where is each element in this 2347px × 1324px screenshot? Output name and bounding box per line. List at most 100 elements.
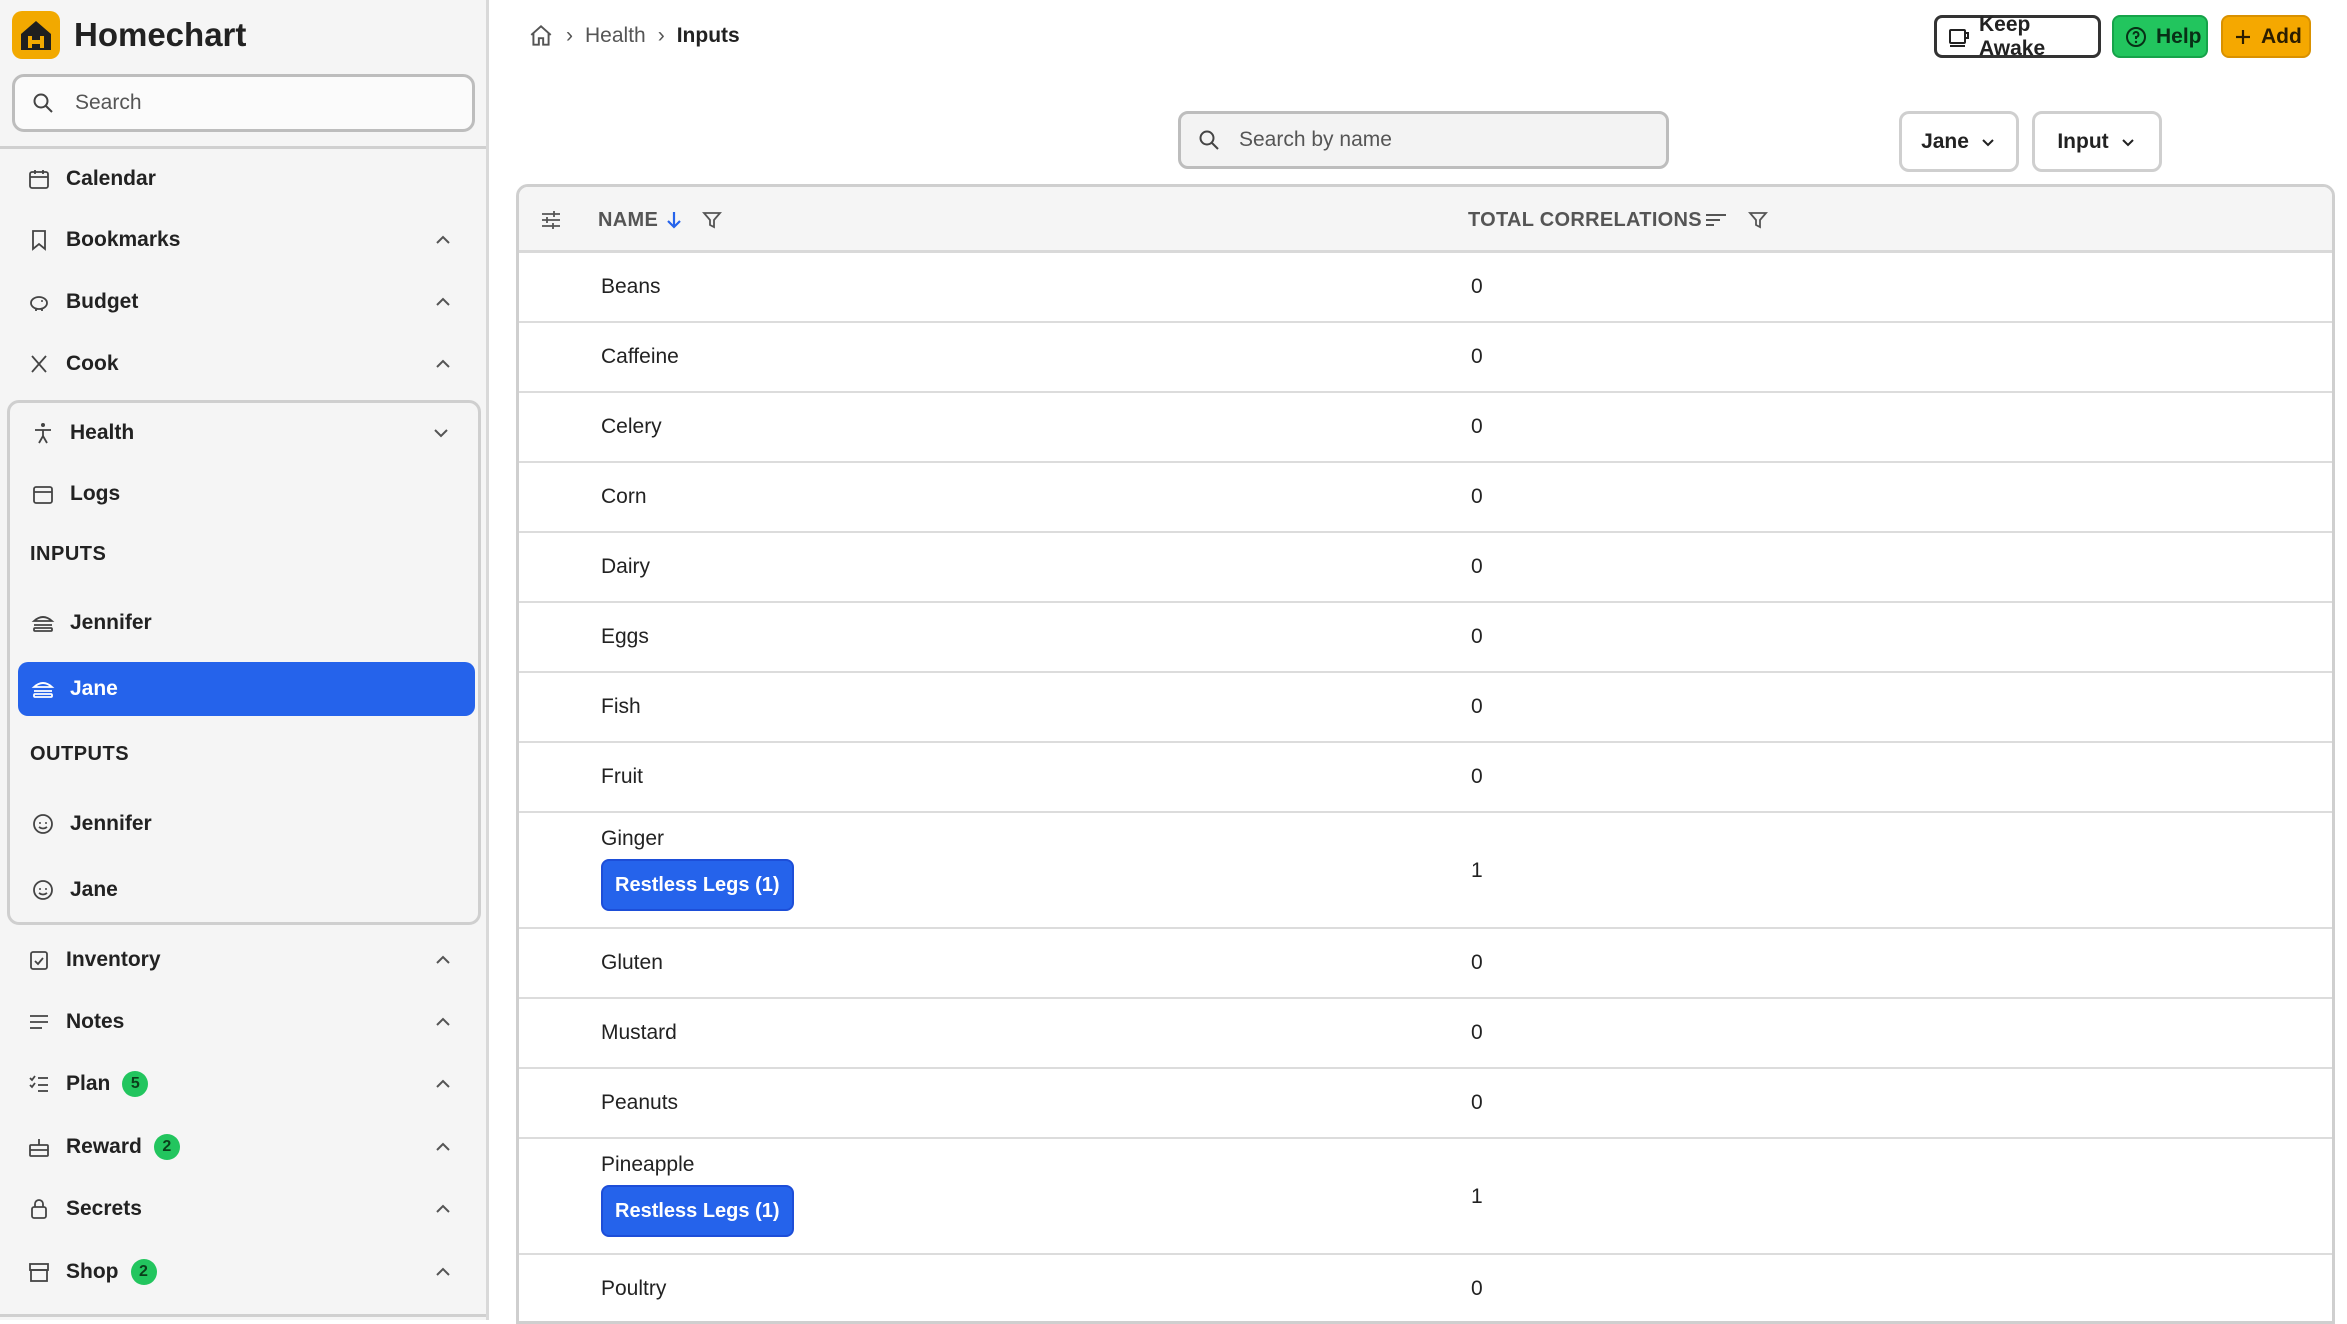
table-row[interactable]: Beans 0 <box>519 253 2332 323</box>
sidebar-item-label: Shop <box>66 1260 119 1283</box>
calendar-icon <box>26 166 52 192</box>
sidebar-item-label: Notes <box>66 1010 125 1033</box>
chevron-up-icon[interactable] <box>432 291 454 313</box>
column-total-label: TOTAL CORRELATIONS <box>1468 208 1702 231</box>
sidebar-item-output-jane[interactable]: Jane <box>10 863 478 917</box>
sidebar-item-logs[interactable]: Logs <box>10 467 478 521</box>
table-row[interactable]: Fish 0 <box>519 673 2332 743</box>
sidebar-search-input[interactable]: Search <box>12 74 475 132</box>
chevron-up-icon[interactable] <box>432 949 454 971</box>
sidebar-item-label: Plan <box>66 1072 111 1095</box>
chevron-up-icon[interactable] <box>432 353 454 375</box>
column-header-total-correlations[interactable]: TOTAL CORRELATIONS <box>1468 187 1770 253</box>
sort-arrow-down-icon[interactable] <box>662 208 686 232</box>
sidebar-item-label: Reward <box>66 1135 142 1158</box>
table-row[interactable]: Mustard 0 <box>519 999 2332 1069</box>
sidebar-item-output-jennifer[interactable]: Jennifer <box>10 797 478 851</box>
table-row[interactable]: Caffeine 0 <box>519 323 2332 393</box>
chevron-up-icon[interactable] <box>432 1198 454 1220</box>
sidebar-item-reward[interactable]: Reward 2 <box>0 1117 486 1177</box>
shop-count-badge: 2 <box>130 1259 157 1285</box>
table-row[interactable]: Fruit 0 <box>519 743 2332 813</box>
row-name: Dairy <box>601 555 651 578</box>
sidebar-item-shop[interactable]: Shop 2 <box>0 1242 486 1302</box>
cup-icon <box>1947 25 1971 49</box>
sidebar-item-label: Health <box>70 421 135 444</box>
search-icon <box>33 93 53 113</box>
face-icon <box>30 877 56 903</box>
sort-lines-icon[interactable] <box>1704 208 1728 232</box>
chevron-down-icon[interactable] <box>430 422 452 444</box>
chevron-up-icon[interactable] <box>432 1011 454 1033</box>
keep-awake-button[interactable]: Keep Awake <box>1934 12 2101 60</box>
sidebar-item-label: Jennifer <box>70 611 152 634</box>
table-row[interactable]: Corn 0 <box>519 463 2332 533</box>
person-select[interactable]: Jane <box>1899 111 2019 172</box>
row-total: 0 <box>1471 345 1483 368</box>
chevron-up-icon[interactable] <box>432 1073 454 1095</box>
search-by-name-input[interactable]: Search by name <box>1178 111 1669 169</box>
table-row[interactable]: Peanuts 0 <box>519 1069 2332 1139</box>
sidebar-item-inventory[interactable]: Inventory <box>0 930 486 990</box>
person-select-value: Jane <box>1921 129 1969 153</box>
type-select-value: Input <box>2057 129 2109 153</box>
row-name: Eggs <box>601 625 649 648</box>
sidebar-divider <box>0 1314 486 1317</box>
table-row[interactable]: Eggs 0 <box>519 603 2332 673</box>
outputs-section-label: OUTPUTS <box>30 743 130 765</box>
sidebar-item-bookmarks[interactable]: Bookmarks <box>0 210 486 270</box>
row-total: 0 <box>1471 765 1483 788</box>
breadcrumb-separator: › <box>566 24 573 47</box>
sidebar-item-input-jane[interactable]: Jane <box>18 662 475 716</box>
table-row[interactable]: Gluten 0 <box>519 929 2332 999</box>
row-name: Fruit <box>601 765 643 788</box>
sidebar-item-label: Bookmarks <box>66 228 181 251</box>
table-row[interactable]: Dairy 0 <box>519 533 2332 603</box>
type-select[interactable]: Input <box>2032 111 2162 172</box>
breadcrumb-current: Inputs <box>676 24 740 47</box>
cake-icon <box>26 1134 52 1160</box>
sidebar-item-input-jennifer[interactable]: Jennifer <box>10 596 478 650</box>
sidebar-item-secrets[interactable]: Secrets <box>0 1179 486 1239</box>
sidebar-item-budget[interactable]: Budget <box>0 272 486 332</box>
app-title: Homechart <box>74 16 247 53</box>
keep-awake-label: Keep Awake <box>1979 12 2046 60</box>
row-total: 1 <box>1471 1185 1483 1208</box>
filter-icon[interactable] <box>700 208 724 232</box>
chevron-up-icon[interactable] <box>432 1261 454 1283</box>
table-row[interactable]: Poultry 0 <box>519 1255 2332 1321</box>
sidebar-item-plan[interactable]: Plan 5 <box>0 1054 486 1114</box>
row-name: Celery <box>601 415 662 438</box>
table-row[interactable]: Ginger Restless Legs (1) 1 <box>519 813 2332 929</box>
add-label: Add <box>2261 24 2302 48</box>
column-header-name[interactable]: NAME <box>598 187 724 253</box>
column-settings-button[interactable] <box>539 187 563 253</box>
sidebar-item-notes[interactable]: Notes <box>0 992 486 1052</box>
checklist-icon <box>26 1071 52 1097</box>
table-header: NAME TOTAL CORRELATIONS <box>519 187 2332 253</box>
row-total: 0 <box>1471 555 1483 578</box>
brand[interactable]: Homechart <box>12 10 246 60</box>
correlation-tag[interactable]: Restless Legs (1) <box>601 859 794 911</box>
row-name: Caffeine <box>601 345 679 368</box>
row-name: Poultry <box>601 1277 667 1300</box>
home-icon[interactable] <box>528 23 554 49</box>
filter-icon[interactable] <box>1746 208 1770 232</box>
chevron-up-icon[interactable] <box>432 229 454 251</box>
sidebar-item-label: Calendar <box>66 167 156 190</box>
sidebar-item-cook[interactable]: Cook <box>0 334 486 394</box>
sidebar-search-placeholder: Search <box>75 91 142 114</box>
table-row[interactable]: Pineapple Restless Legs (1) 1 <box>519 1139 2332 1255</box>
row-total: 0 <box>1471 275 1483 298</box>
correlation-tag[interactable]: Restless Legs (1) <box>601 1185 794 1237</box>
sidebar-item-health[interactable]: Health <box>10 406 478 460</box>
add-button[interactable]: Add <box>2221 15 2311 58</box>
sidebar-item-calendar[interactable]: Calendar <box>0 149 486 209</box>
breadcrumb-health[interactable]: Health <box>585 24 646 48</box>
table-row[interactable]: Celery 0 <box>519 393 2332 463</box>
column-name-label: NAME <box>598 208 659 231</box>
chevron-up-icon[interactable] <box>432 1136 454 1158</box>
row-name: Peanuts <box>601 1091 679 1114</box>
store-icon <box>26 1259 52 1285</box>
help-button[interactable]: Help <box>2112 15 2208 58</box>
